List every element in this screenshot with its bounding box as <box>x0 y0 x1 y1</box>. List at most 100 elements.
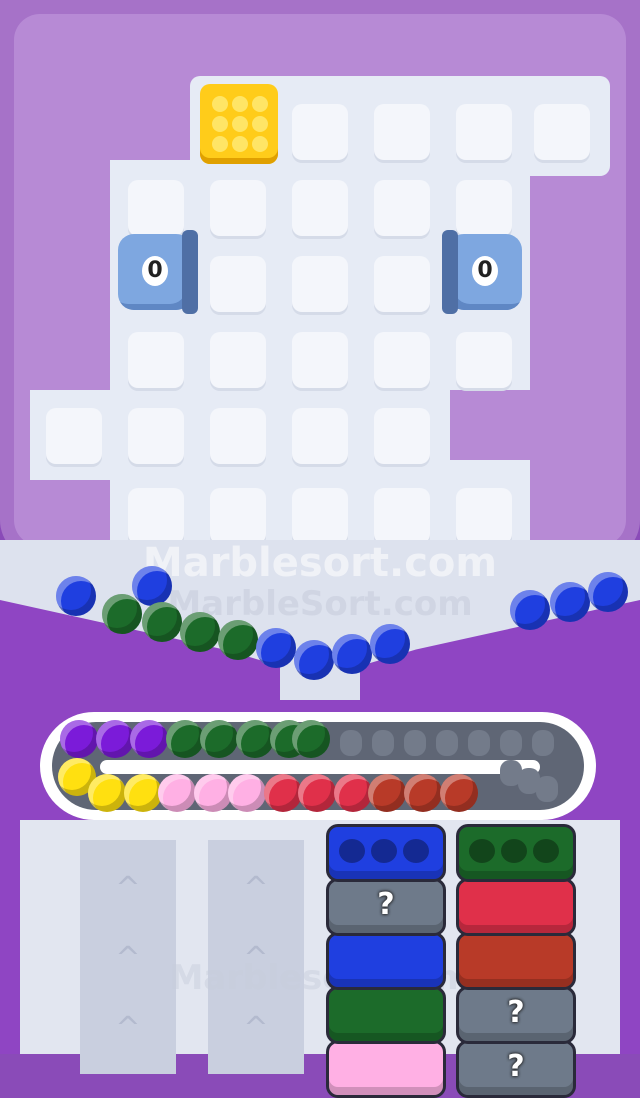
grid-cell[interactable] <box>210 408 266 464</box>
grid-cell[interactable] <box>292 408 348 464</box>
grid-cell[interactable] <box>128 180 184 236</box>
marble-hole <box>501 839 527 863</box>
grid-cell[interactable] <box>374 488 430 544</box>
pink-closed-box[interactable] <box>326 1040 446 1098</box>
question-mark-icon: ? <box>507 995 525 1030</box>
blue-marble <box>56 576 96 616</box>
blue-marble <box>256 628 296 668</box>
grid-cell[interactable] <box>374 180 430 236</box>
grid-cell[interactable] <box>128 488 184 544</box>
grid-cell[interactable] <box>456 332 512 388</box>
empty-slot <box>532 730 554 756</box>
chevron-up-icon: ^ <box>243 1011 269 1046</box>
pink-marble <box>228 774 266 812</box>
pink-marble <box>158 774 196 812</box>
grid-cell[interactable] <box>374 104 430 160</box>
right-cannon[interactable]: 0 <box>442 230 522 314</box>
brown-marble <box>404 774 442 812</box>
green-marble <box>142 602 182 642</box>
red-marble <box>334 774 372 812</box>
empty-lane-1[interactable]: ^ ^ ^ <box>80 840 176 1074</box>
green-marble <box>166 720 204 758</box>
marble-dot <box>252 96 268 112</box>
grid-cell[interactable] <box>456 180 512 236</box>
gray-hidden-box[interactable]: ? <box>456 986 576 1044</box>
brown-marble <box>368 774 406 812</box>
right-cannon-mouth <box>442 230 458 314</box>
purple-marble <box>130 720 168 758</box>
grid-cell[interactable] <box>210 256 266 312</box>
chevron-up-icon: ^ <box>115 1011 141 1046</box>
marble-dot <box>232 116 248 132</box>
grid-cell[interactable] <box>456 104 512 160</box>
yellow-marble <box>88 774 126 812</box>
yellow-marble <box>124 774 162 812</box>
empty-slot <box>468 730 490 756</box>
grid-cell[interactable] <box>292 488 348 544</box>
red-closed-box[interactable] <box>456 878 576 936</box>
blue-marble <box>294 640 334 680</box>
grid-cell[interactable] <box>456 488 512 544</box>
grid-cell[interactable] <box>292 104 348 160</box>
marble-hole <box>371 839 397 863</box>
empty-lane-2[interactable]: ^ ^ ^ <box>208 840 304 1074</box>
marble-dot <box>232 96 248 112</box>
empty-slot <box>500 730 522 756</box>
brown-closed-box[interactable] <box>456 932 576 990</box>
marble-hole <box>403 839 429 863</box>
empty-slot <box>536 776 558 802</box>
purple-marble <box>96 720 134 758</box>
red-marble <box>264 774 302 812</box>
marble-hole <box>339 839 365 863</box>
brown-marble <box>440 774 478 812</box>
gray-hidden-box[interactable]: ? <box>326 878 446 936</box>
grid-cell[interactable] <box>292 332 348 388</box>
red-marble <box>298 774 336 812</box>
pink-marble <box>194 774 232 812</box>
marble-hole <box>533 839 559 863</box>
grid-cell[interactable] <box>210 488 266 544</box>
grid-cell[interactable] <box>374 256 430 312</box>
marble-dot <box>212 116 228 132</box>
blue-open-box[interactable] <box>326 824 446 882</box>
marble-dot <box>252 136 268 152</box>
empty-slot <box>436 730 458 756</box>
chevron-up-icon: ^ <box>115 871 141 906</box>
board-notch <box>450 390 530 460</box>
marble-dot <box>232 136 248 152</box>
marble-dot <box>212 96 228 112</box>
left-cannon[interactable]: 0 <box>118 230 198 314</box>
blue-marble <box>550 582 590 622</box>
empty-slot <box>404 730 426 756</box>
blue-marble <box>332 634 372 674</box>
empty-slot <box>372 730 394 756</box>
green-closed-box[interactable] <box>326 986 446 1044</box>
green-marble <box>236 720 274 758</box>
green-marble <box>102 594 142 634</box>
right-cannon-count: 0 <box>472 256 498 286</box>
green-open-box[interactable] <box>456 824 576 882</box>
grid-cell[interactable] <box>128 408 184 464</box>
question-mark-icon: ? <box>377 887 395 922</box>
grid-cell[interactable] <box>210 332 266 388</box>
grid-cell[interactable] <box>374 408 430 464</box>
conveyor-rail <box>100 760 540 774</box>
grid-cell[interactable] <box>128 332 184 388</box>
grid-cell[interactable] <box>534 104 590 160</box>
watermark-primary: Marblesort.com <box>142 540 498 586</box>
yellow-marble-pack[interactable] <box>200 84 278 164</box>
purple-marble <box>60 720 98 758</box>
grid-cell[interactable] <box>292 180 348 236</box>
grid-cell[interactable] <box>374 332 430 388</box>
blue-marble <box>132 566 172 606</box>
marble-hole <box>469 839 495 863</box>
marble-dot <box>252 116 268 132</box>
question-mark-icon: ? <box>507 1049 525 1084</box>
grid-cell[interactable] <box>46 408 102 464</box>
green-marble <box>180 612 220 652</box>
gray-hidden-box[interactable]: ? <box>456 1040 576 1098</box>
chevron-up-icon: ^ <box>243 871 269 906</box>
blue-closed-box[interactable] <box>326 932 446 990</box>
grid-cell[interactable] <box>210 180 266 236</box>
grid-cell[interactable] <box>292 256 348 312</box>
